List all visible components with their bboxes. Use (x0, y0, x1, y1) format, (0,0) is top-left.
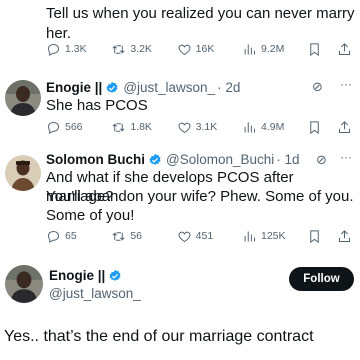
retweet-button[interactable]: 1.8K (111, 120, 176, 135)
share-icon (337, 229, 352, 244)
views-button[interactable]: 125K (242, 229, 307, 244)
main-author-handle[interactable]: @just_lawson_ (49, 286, 141, 301)
retweet-button[interactable]: 3.2K (111, 42, 176, 57)
share-button[interactable] (337, 229, 352, 244)
like-count: 451 (195, 230, 214, 242)
main-tweet-text: Yes.. that’s the end of our marriage con… (4, 328, 314, 345)
reply-button[interactable]: 65 (46, 229, 111, 244)
tweet2-timestamp[interactable]: · 1d (276, 152, 299, 167)
tweet0-actions: 1.3K 3.2K 16K 9.2M (46, 40, 352, 58)
tweet1-author-name[interactable]: Enogie || (46, 80, 102, 95)
share-button[interactable] (337, 120, 352, 135)
tweet1-author-handle[interactable]: @just_lawson_ (123, 80, 215, 95)
avatar-solomon-buchi[interactable] (5, 155, 41, 191)
verified-badge-icon (106, 81, 118, 93)
tweet1-text: She has PCOS (46, 97, 148, 114)
retweet-count: 1.8K (130, 121, 152, 133)
retweet-button[interactable]: 56 (111, 229, 176, 244)
bookmark-button[interactable] (307, 42, 337, 57)
bookmark-icon (307, 42, 322, 57)
verified-badge-icon (149, 153, 161, 165)
main-tweet-header: Enogie || (49, 268, 122, 283)
like-icon (177, 229, 192, 244)
tweet2-author-name[interactable]: Solomon Buchi (46, 152, 145, 167)
retweet-count: 56 (130, 230, 143, 242)
share-icon (337, 42, 352, 57)
follow-button[interactable]: Follow (289, 267, 354, 291)
views-button[interactable]: 4.9M (242, 120, 307, 135)
reply-icon (46, 229, 61, 244)
like-button[interactable]: 451 (177, 229, 242, 244)
views-count: 9.2M (260, 43, 285, 55)
tweet2-author-handle[interactable]: @Solomon_Buchi (166, 152, 274, 167)
bookmark-icon (307, 229, 322, 244)
tweet2-header: Solomon Buchi @Solomon_Buchi · 1d (46, 152, 300, 167)
like-icon (177, 120, 192, 135)
more-icon[interactable]: ··· (340, 77, 352, 91)
tweet2-text-line3: Some of you! (46, 207, 135, 224)
retweet-count: 3.2K (130, 43, 152, 55)
retweet-icon (111, 120, 126, 135)
tweet0-text-line1: Tell us when you realized you can never … (46, 5, 355, 22)
verified-badge-icon (109, 269, 121, 281)
tweet2-text-line2: You'll abandon your wife? Phew. Some of … (46, 188, 354, 205)
reply-button[interactable]: 566 (46, 120, 111, 135)
like-count: 3.1K (195, 121, 218, 133)
like-icon (177, 42, 192, 57)
tweet1-timestamp[interactable]: · 2d (217, 80, 240, 95)
grok-icon[interactable]: ⊘ (312, 79, 323, 95)
share-button[interactable] (337, 42, 352, 57)
like-count: 16K (195, 43, 215, 55)
bookmark-button[interactable] (307, 229, 337, 244)
bookmark-button[interactable] (307, 120, 337, 135)
retweet-icon (111, 42, 126, 57)
reply-count: 566 (65, 121, 83, 133)
reply-count: 1.3K (65, 43, 87, 55)
reply-count: 65 (65, 230, 77, 242)
views-icon (242, 42, 257, 57)
like-button[interactable]: 3.1K (177, 120, 242, 135)
more-icon[interactable]: ··· (340, 150, 352, 164)
views-icon (242, 229, 257, 244)
like-button[interactable]: 16K (177, 42, 242, 57)
share-icon (337, 120, 352, 135)
reply-icon (46, 120, 61, 135)
views-count: 125K (260, 230, 286, 242)
retweet-icon (111, 229, 126, 244)
tweet2-actions: 65 56 451 125K (46, 227, 352, 245)
main-author-name[interactable]: Enogie || (49, 268, 105, 283)
grok-icon[interactable]: ⊘ (316, 152, 327, 168)
views-icon (242, 120, 257, 135)
bookmark-icon (307, 120, 322, 135)
views-button[interactable]: 9.2M (242, 42, 307, 57)
tweet1-header: Enogie || @just_lawson_ · 2d (46, 80, 240, 95)
reply-icon (46, 42, 61, 57)
avatar-enogie[interactable] (5, 80, 41, 116)
reply-button[interactable]: 1.3K (46, 42, 111, 57)
tweet1-actions: 566 1.8K 3.1K 4.9M (46, 118, 352, 136)
avatar-enogie-main[interactable] (5, 265, 43, 303)
views-count: 4.9M (260, 121, 285, 133)
